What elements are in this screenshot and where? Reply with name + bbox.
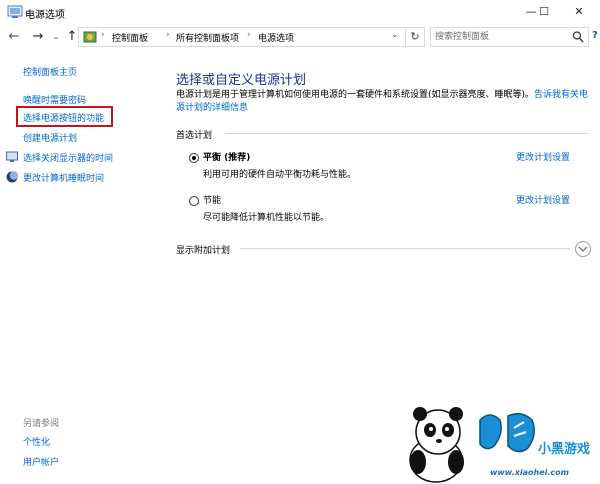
plan-power-saver-radio[interactable] — [189, 196, 199, 206]
breadcrumb-all-items[interactable]: 所有控制面板项 — [176, 31, 239, 44]
breadcrumb-control-panel[interactable]: 控制面板 — [112, 31, 148, 44]
watermark-brand: 小黑游戏 — [538, 442, 591, 457]
sidebar-item-wake-password[interactable]: 唤醒时需要密码 — [23, 93, 86, 106]
close-button[interactable]: ✕ — [556, 0, 600, 24]
address-dropdown-button[interactable]: ⌄ — [391, 30, 399, 40]
plan-balanced-change-settings-link[interactable]: 更改计划设置 — [516, 150, 570, 163]
page-description: 电源计划是用于管理计算机如何使用电源的一套硬件和系统设置(如显示器亮度、睡眠等)… — [176, 89, 591, 115]
watermark-url: www.xiaohei.com — [490, 468, 569, 477]
plan-balanced-name[interactable]: 平衡 (推荐) — [203, 150, 250, 163]
navigation-bar: ← → ⌄ ↑ › 控制面板 › 所有控制面板项 › 电源选项 ⌄ ↻ ? — [0, 24, 600, 50]
plan-balanced-radio[interactable] — [189, 153, 199, 163]
sidebar-item-display-off[interactable]: 选择关闭显示器的时间 — [23, 151, 113, 164]
plan-power-saver-name[interactable]: 节能 — [203, 193, 221, 206]
plan-balanced-description: 利用可用的硬件自动平衡功耗与性能。 — [203, 170, 357, 180]
breadcrumb-separator: › — [101, 30, 105, 40]
see-also-heading: 另请参阅 — [23, 419, 60, 429]
search-icon[interactable] — [572, 30, 584, 44]
control-panel-icon — [83, 31, 97, 43]
refresh-button[interactable]: ↻ — [405, 27, 425, 47]
expand-chevron-button[interactable] — [575, 241, 591, 257]
back-button[interactable]: ← — [6, 29, 22, 45]
moon-icon — [6, 171, 18, 183]
title-bar: 电源选项 — ☐ ✕ — [0, 0, 600, 24]
help-button[interactable]: ? — [592, 30, 600, 44]
search-input[interactable] — [435, 30, 563, 44]
see-also-personalization[interactable]: 个性化 — [23, 435, 50, 448]
sidebar-item-power-button[interactable]: 选择电源按钮的功能 — [23, 111, 104, 124]
plan-power-saver-change-settings-link[interactable]: 更改计划设置 — [516, 193, 570, 206]
breadcrumb-separator: › — [247, 30, 251, 40]
recent-locations-button[interactable]: ⌄ — [48, 29, 64, 45]
watermark: 小黑游戏 www.xiaohei.com — [398, 398, 600, 484]
window-title: 电源选项 — [25, 10, 65, 21]
page-title: 选择或自定义电源计划 — [176, 73, 307, 88]
address-bar[interactable]: › 控制面板 › 所有控制面板项 › 电源选项 ⌄ — [78, 27, 406, 47]
sidebar-item-create-plan[interactable]: 创建电源计划 — [23, 131, 77, 144]
breadcrumb-separator: › — [166, 30, 170, 40]
section-divider — [225, 133, 588, 134]
sidebar-item-sleep-time[interactable]: 更改计算机睡眠时间 — [23, 171, 104, 184]
preferred-plans-label: 首选计划 — [176, 131, 213, 141]
monitor-icon — [6, 151, 18, 162]
chevron-down-icon — [578, 246, 588, 252]
section-divider — [240, 248, 570, 249]
search-box[interactable] — [430, 27, 589, 47]
forward-button[interactable]: → — [30, 29, 46, 45]
plan-power-saver-description: 尽可能降低计算机性能以节能。 — [203, 213, 330, 223]
description-text: 电源计划是用于管理计算机如何使用电源的一套硬件和系统设置(如显示器亮度、睡眠等)… — [176, 90, 535, 100]
sidebar-home-link[interactable]: 控制面板主页 — [23, 65, 77, 78]
see-also-user-accounts[interactable]: 用户帐户 — [23, 455, 59, 468]
breadcrumb-power-options[interactable]: 电源选项 — [258, 31, 294, 44]
power-options-icon — [7, 5, 23, 18]
show-additional-plans-label[interactable]: 显示附加计划 — [176, 243, 230, 256]
